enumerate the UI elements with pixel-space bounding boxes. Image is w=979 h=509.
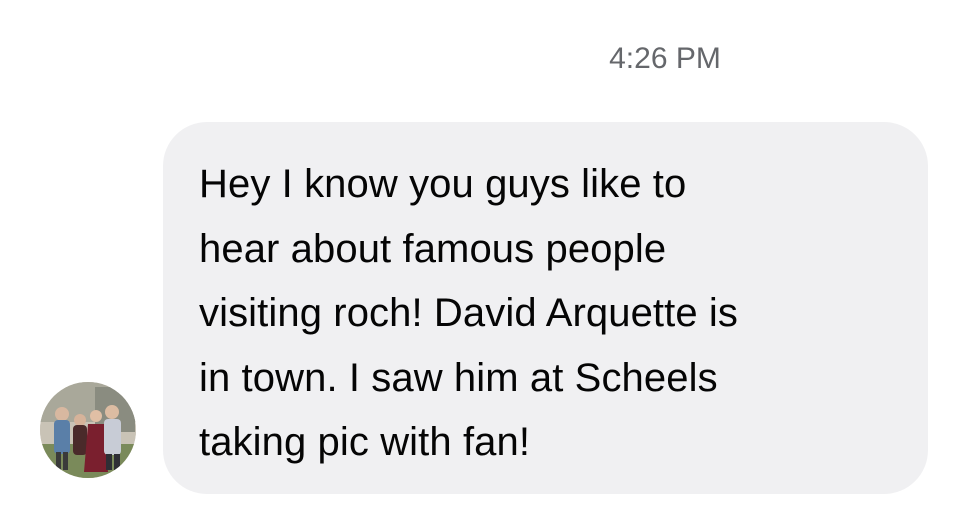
message-text-line: in town. I saw him at Scheels [199, 355, 718, 400]
message-bubble[interactable]: Hey I know you guys like to hear about f… [163, 122, 928, 494]
message-timestamp: 4:26 PM [609, 42, 721, 75]
message-text-line: hear about famous people [199, 226, 667, 271]
sender-avatar[interactable] [40, 382, 136, 478]
user-avatar-photo-icon [40, 382, 136, 478]
message-text-line: taking pic with fan! [199, 420, 531, 464]
message-text-line: visiting roch! David Arquette is [199, 291, 739, 335]
message-text-line: Hey I know you guys like to [199, 162, 687, 206]
